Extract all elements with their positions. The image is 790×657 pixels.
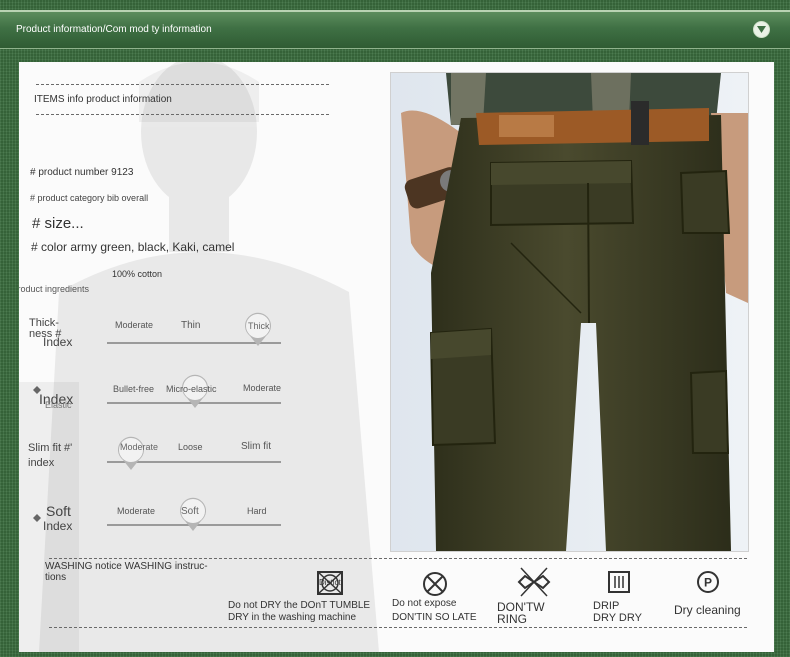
washing-item-line: DRY DRY (593, 612, 642, 624)
chevron-down-icon[interactable] (753, 21, 770, 38)
product-size: # size... (32, 215, 84, 232)
index-option-selected: Thick (248, 321, 270, 331)
index-option: Thin (181, 320, 201, 331)
svg-text:P: P (704, 576, 712, 590)
icon-caption: Distict (319, 578, 341, 587)
product-photo (390, 72, 749, 552)
index-label-line: Soft (46, 503, 71, 519)
index-option-selected: Moderate (120, 442, 159, 452)
index-label-line: Index (43, 519, 73, 533)
index-option: Moderate (115, 320, 154, 330)
divider (49, 627, 747, 628)
washing-item-line: Do not expose (392, 598, 457, 609)
index-option-selected: Micro-elastic (166, 384, 217, 394)
washing-item-line: DRY in the washing machine (228, 612, 357, 623)
divider (36, 84, 329, 85)
index-label-line: Slim fit #' (28, 442, 73, 454)
divider (49, 558, 747, 559)
index-option: Bullet-free (113, 384, 155, 394)
no-expose-icon (423, 572, 447, 596)
washing-notice-line: tions (45, 572, 67, 583)
index-slider-knob[interactable] (115, 434, 147, 472)
index-label-line: Elastic (45, 400, 72, 410)
dry-cleaning-icon: P (697, 571, 719, 593)
index-label-line: index (28, 457, 55, 469)
washing-notice-line: WASHING notice WASHING instruc- (45, 561, 208, 572)
product-number: # product number 9123 (30, 167, 134, 178)
diamond-icon (33, 514, 41, 522)
product-color: # color army green, black, Kaki, camel (31, 240, 235, 254)
pants-illustration (391, 73, 748, 551)
index-option: Moderate (243, 383, 282, 393)
index-option: Hard (247, 506, 267, 516)
product-info-panel: ITEMS info product information # product… (19, 62, 774, 652)
do-not-wring-icon (517, 567, 551, 597)
index-label-line: Index (43, 335, 73, 349)
ingredients-label: # product ingredients (19, 284, 90, 294)
product-category: # product category bib overall (30, 193, 149, 203)
divider (36, 114, 329, 115)
index-option: Slim fit (241, 441, 271, 452)
index-option: Moderate (117, 506, 156, 516)
washing-item-line: DRIP (593, 600, 620, 612)
index-option-selected: Soft (181, 506, 199, 517)
drip-dry-icon (608, 571, 630, 593)
washing-item-line: Do not DRY the DOnT TUMBLE (228, 600, 371, 611)
info-heading: ITEMS info product information (34, 94, 172, 105)
header-title: Product information/Com mod ty informati… (16, 24, 212, 35)
washing-item-line: DON'TIN SO LATE (392, 612, 477, 623)
index-option: Loose (178, 442, 203, 452)
header-bar: Product information/Com mod ty informati… (0, 10, 790, 49)
washing-item-line: Dry cleaning (674, 603, 741, 617)
washing-item-line: RING (497, 612, 527, 626)
fabric-composition: 100% cotton (112, 269, 163, 279)
